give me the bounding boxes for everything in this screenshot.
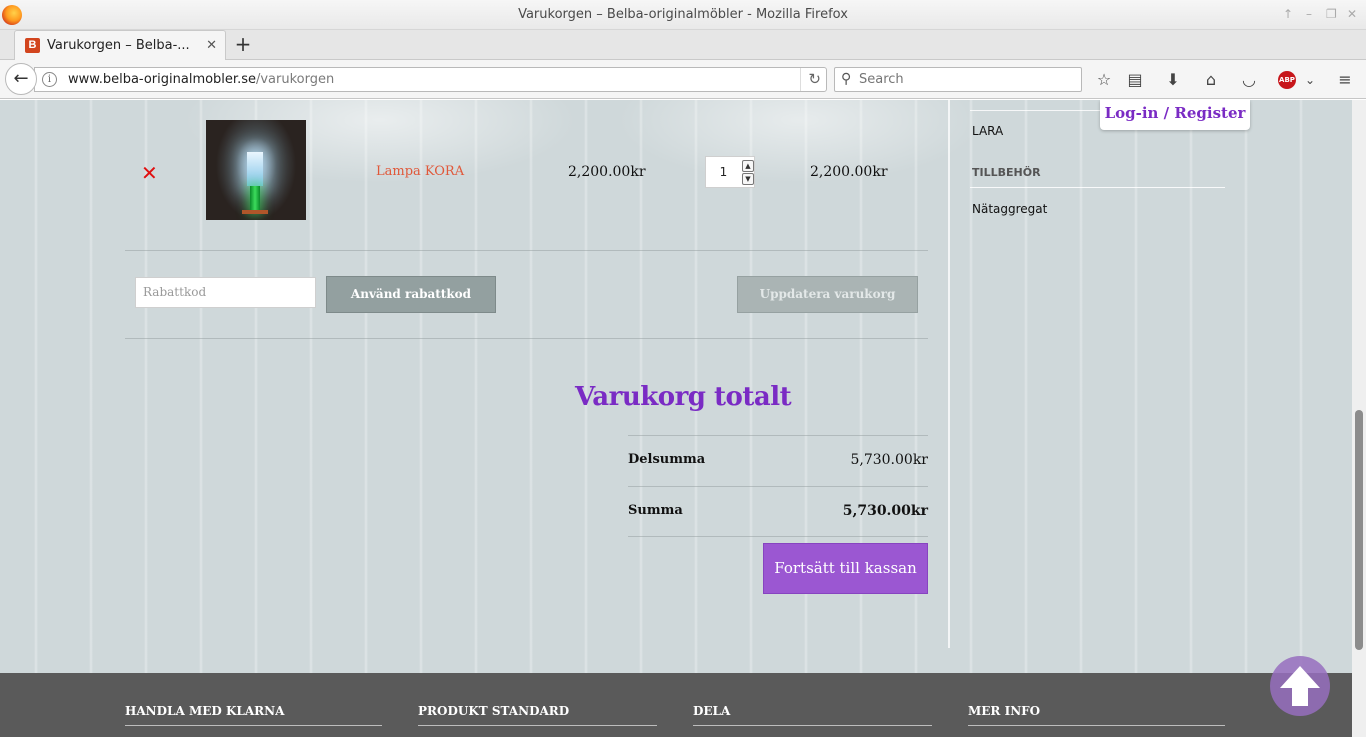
coupon-code-input[interactable]: Rabattkod [135,277,316,308]
remove-item-icon[interactable]: ✕ [141,163,158,183]
total-label: Summa [628,503,683,518]
login-register-button[interactable]: Log-in / Register [1100,100,1250,130]
close-window-icon[interactable]: ✕ [1347,7,1357,21]
quantity-value[interactable]: 1 [706,157,741,187]
apply-coupon-button[interactable]: Använd rabattkod [326,276,496,313]
row-divider [125,250,928,251]
product-subtotal: 2,200.00kr [810,164,888,180]
sidebar-item-nataggregat[interactable]: Nätaggregat [972,200,1047,218]
new-tab-button[interactable]: + [232,30,254,59]
subtotal-value: 5,730.00kr [850,452,928,468]
cart-totals-title: Varukorg totalt [575,382,792,412]
sidebar-item-lara[interactable]: LARA [972,122,1003,140]
abp-dropdown-icon[interactable]: ⌄ [1299,69,1321,91]
sidebar-divider [970,187,1225,188]
back-button[interactable]: ← [5,63,37,95]
footer-heading-produkt-standard: PRODUKT STANDARD [418,704,570,718]
search-placeholder: Search [859,72,904,87]
lamp-shade-shape [247,152,263,186]
product-thumbnail[interactable] [206,120,306,220]
site-info-icon[interactable]: i [42,72,57,87]
footer-heading-mer-info: MER INFO [968,704,1041,718]
product-name-link[interactable]: Lampa KORA [376,163,464,181]
belba-favicon-icon: B [25,38,40,53]
subtotal-label: Delsumma [628,452,706,467]
adblock-plus-icon[interactable]: ABP [1278,71,1296,89]
arrow-up-icon [1280,666,1320,706]
url-bar[interactable]: i www.belba-originalmobler.se/varukorgen… [34,67,827,92]
totals-divider-mid [628,486,928,487]
pocket-icon[interactable]: ◡ [1238,69,1260,91]
footer-heading-dela: DELA [693,704,731,718]
navigation-toolbar: i www.belba-originalmobler.se/varukorgen… [0,60,1366,99]
close-tab-icon[interactable]: ✕ [206,31,217,60]
window-up-icon[interactable]: ↑ [1283,7,1293,21]
proceed-to-checkout-button[interactable]: Fortsätt till kassan [763,543,928,594]
url-text[interactable]: www.belba-originalmobler.se/varukorgen [68,68,334,91]
downloads-icon[interactable]: ⬇ [1162,69,1184,91]
totals-divider-bottom [628,536,928,537]
window-title: Varukorgen – Belba-originalmöbler - Mozi… [518,7,848,22]
totals-divider-top [628,435,928,436]
scrollbar-thumb[interactable] [1355,410,1363,650]
tab-title: Varukorgen – Belba-... [47,38,190,53]
tab-varukorgen[interactable]: B Varukorgen – Belba-... ✕ [14,30,226,61]
update-cart-button[interactable]: Uppdatera varukorg [737,276,918,313]
increment-icon[interactable]: ▲ [742,160,754,172]
maximize-icon[interactable]: ❐ [1326,7,1337,21]
footer-divider [418,725,657,726]
decrement-icon[interactable]: ▼ [742,173,754,185]
column-divider [948,100,950,648]
reading-list-icon[interactable]: ▤ [1124,69,1146,91]
bookmark-star-icon[interactable]: ☆ [1093,69,1115,91]
lamp-base-shape [242,210,268,214]
footer-divider [968,725,1225,726]
quantity-stepper[interactable]: 1 ▲ ▼ [705,156,755,188]
search-icon: ⚲ [841,71,852,87]
sidebar-heading-tillbehor: TILLBEHÖR [972,166,1041,179]
window-titlebar: Varukorgen – Belba-originalmöbler - Mozi… [0,0,1366,30]
page-scrollbar[interactable] [1352,100,1366,737]
lamp-stem-shape [250,186,260,212]
actions-divider [125,338,928,339]
product-price: 2,200.00kr [568,164,646,180]
footer-divider [125,725,382,726]
footer-heading-klarna: HANDLA MED KLARNA [125,704,285,718]
page-content: ✕ Lampa KORA 2,200.00kr 1 ▲ ▼ 2,200.00kr… [0,100,1352,737]
url-path: /varukorgen [255,72,335,87]
home-icon[interactable]: ⌂ [1200,69,1222,91]
search-input[interactable]: ⚲ Search [834,67,1082,92]
url-host: www.belba-originalmobler.se [68,72,256,87]
sidebar-divider-top [970,110,1100,111]
menu-hamburger-icon[interactable]: ≡ [1334,69,1356,91]
reload-icon[interactable]: ↻ [800,68,821,91]
minimize-icon[interactable]: – [1306,7,1312,21]
scroll-to-top-button[interactable] [1270,656,1330,716]
site-footer: HANDLA MED KLARNA PRODUKT STANDARD DELA … [0,673,1352,737]
footer-divider [693,725,932,726]
tab-strip: B Varukorgen – Belba-... ✕ + [0,30,1366,61]
total-value: 5,730.00kr [842,503,928,519]
